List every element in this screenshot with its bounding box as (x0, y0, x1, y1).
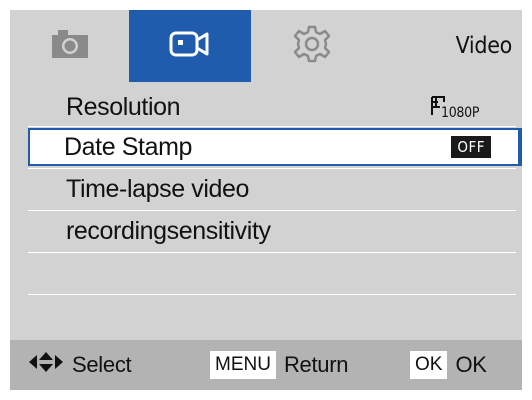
resolution-value: 1080P (441, 105, 480, 120)
hint-ok: OK OK (410, 340, 487, 390)
tab-photo[interactable] (10, 10, 129, 82)
menu-item-resolution[interactable]: Resolution 1080P (28, 88, 516, 126)
menu-item-label: recordingsensitivity (66, 216, 271, 245)
page-title: Video (455, 33, 513, 59)
dpad-arrows-icon (28, 351, 64, 379)
mode-tab-bar: Video (10, 10, 522, 82)
settings-menu: Resolution 1080P Date Stamp OFF Time-lap… (10, 82, 522, 344)
ok-label: OK (455, 352, 487, 377)
menu-item-date-stamp[interactable]: Date Stamp OFF (28, 128, 522, 166)
gear-icon (292, 24, 332, 69)
select-label: Select (72, 352, 132, 377)
menu-item-label: Time-lapse video (66, 174, 250, 203)
menu-key: MENU (210, 351, 276, 379)
divider (28, 252, 516, 253)
menu-item-recording-sensitivity[interactable]: recordingsensitivity (28, 212, 516, 250)
tab-settings[interactable] (251, 10, 373, 82)
camera-menu-screen: Video Resolution 1080P Date Stamp OFF Ti… (10, 10, 522, 390)
menu-item-label: Resolution (66, 92, 181, 121)
footer-hint-bar: Select MENU Return OK OK (10, 340, 522, 390)
divider (28, 126, 516, 127)
resolution-1080p-icon: 1080P (430, 88, 498, 126)
hint-return: MENU Return (210, 340, 348, 390)
camera-icon (50, 29, 90, 64)
menu-item-label: Date Stamp (64, 132, 193, 161)
hint-select: Select (28, 340, 132, 390)
divider (28, 168, 516, 169)
return-label: Return (283, 352, 349, 377)
divider (28, 210, 516, 211)
video-camera-icon (169, 29, 211, 64)
ok-key: OK (410, 351, 448, 379)
menu-item-time-lapse[interactable]: Time-lapse video (28, 170, 516, 208)
tab-video[interactable] (129, 10, 251, 82)
status-badge: OFF (451, 136, 491, 158)
divider (28, 294, 516, 295)
